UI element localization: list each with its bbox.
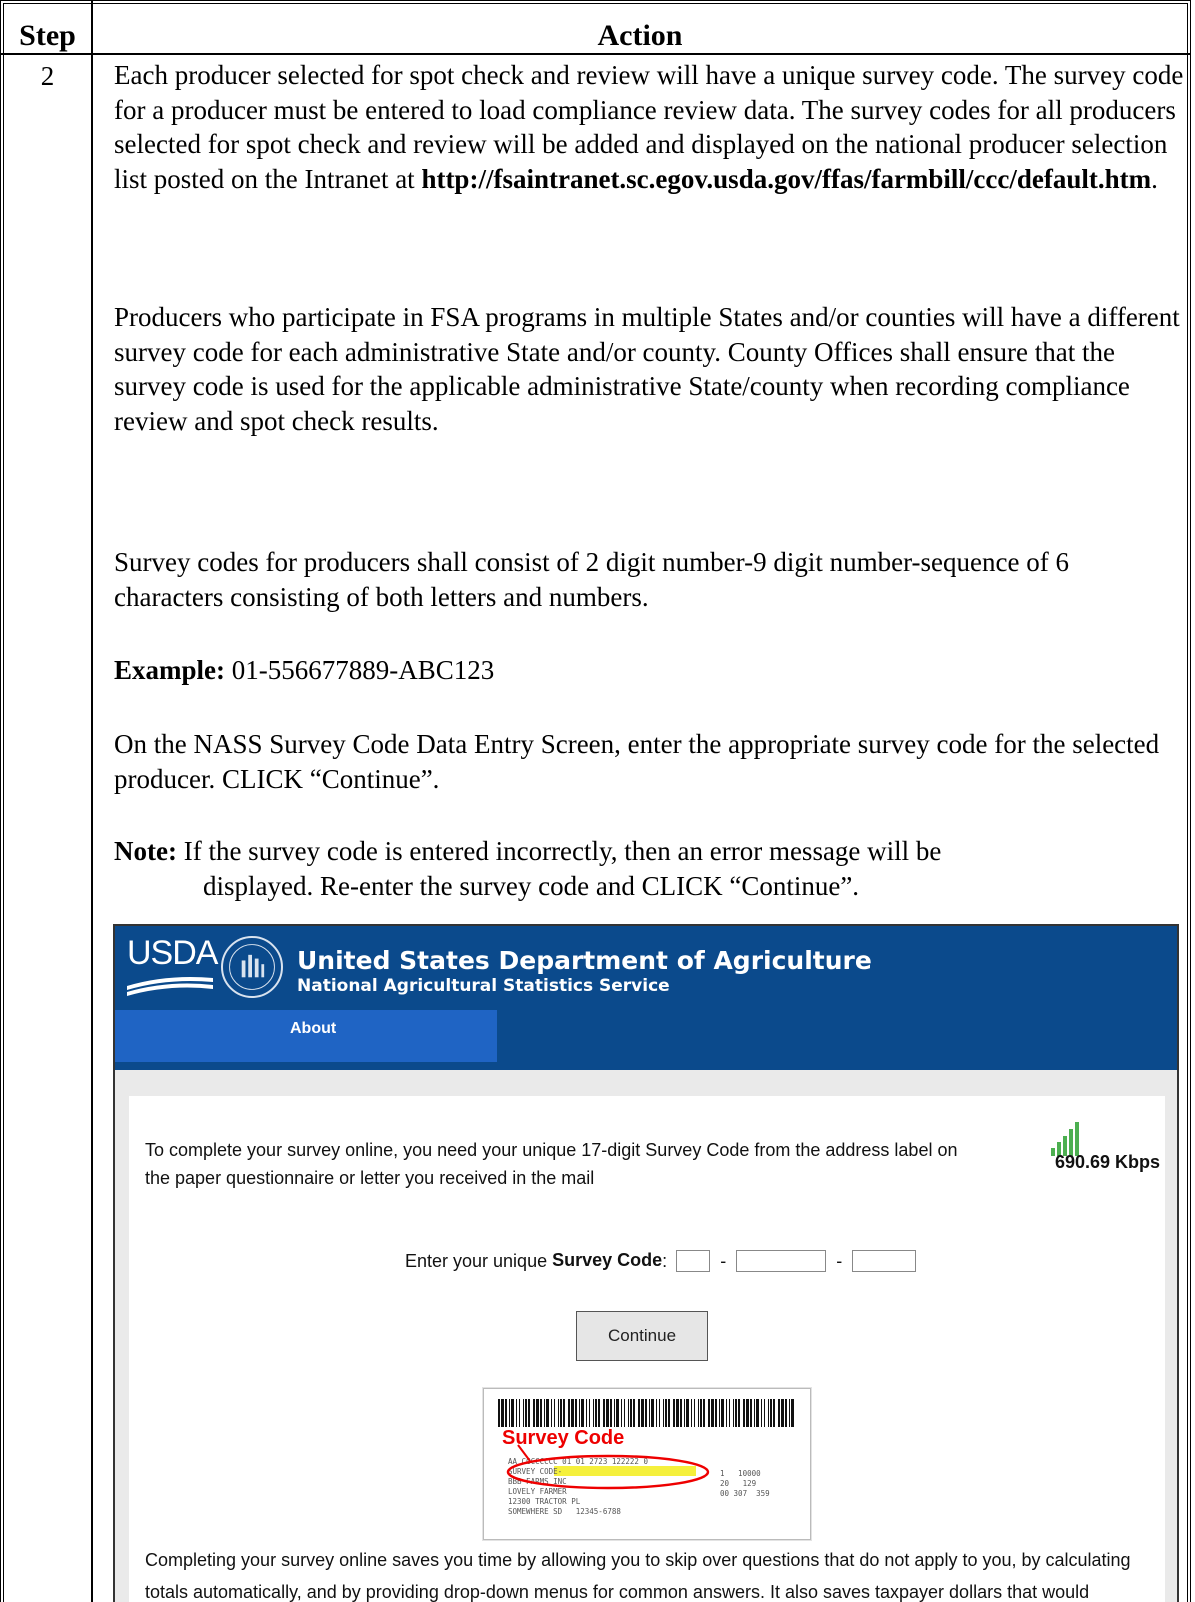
example-value: 01-556677889-ABC123: [225, 655, 495, 685]
sample-mailing-label: Survey Code AA CCCCCCCC 01 01 2723 12222…: [483, 1388, 811, 1540]
continue-button[interactable]: Continue: [576, 1311, 708, 1361]
code-dash: -: [836, 1250, 843, 1271]
survey-code-part-1[interactable]: [676, 1250, 711, 1273]
header-step: Step: [19, 19, 76, 52]
column-separator: [91, 0, 93, 1602]
paragraph-code-format: Survey codes for producers shall consist…: [114, 547, 1069, 612]
connection-speed: 690.69 Kbps: [1041, 1122, 1161, 1172]
site-header: USDA United States Department of Agricul…: [115, 926, 1177, 1010]
survey-code-part-2[interactable]: [736, 1250, 827, 1273]
ag-counts-seal-icon: [221, 936, 283, 998]
code-prompt-bold: Survey Code: [552, 1250, 663, 1270]
step-number: 2: [40, 61, 55, 91]
code-dash: -: [720, 1250, 727, 1271]
example-label: Example:: [114, 655, 225, 685]
paragraph-survey-code-intro: Each producer selected for spot check an…: [114, 58, 1184, 196]
pointer-line-icon: [517, 1444, 531, 1462]
note-line-2: displayed. Re-enter the survey code and …: [203, 870, 860, 901]
intro-text: To complete your survey online, you need…: [145, 1140, 958, 1188]
usda-swoosh-icon: [127, 977, 213, 996]
paragraph-multiple-states: Producers who participate in FSA program…: [114, 302, 1180, 436]
nass-screenshot: USDA United States Department of Agricul…: [113, 924, 1179, 1602]
note: Note: If the survey code is entered inco…: [114, 834, 1184, 903]
department-name: United States Department of Agriculture: [297, 946, 872, 975]
red-circle-icon: [506, 1454, 710, 1490]
signal-bars-icon: [1051, 1122, 1091, 1156]
outro-text: Completing your survey online saves you …: [145, 1550, 1131, 1602]
note-label: Note:: [114, 836, 177, 866]
paragraph-data-entry: On the NASS Survey Code Data Entry Scree…: [114, 729, 1160, 794]
survey-code-part-3[interactable]: [852, 1250, 917, 1273]
nav-tab-about[interactable]: About: [115, 1010, 497, 1062]
survey-code-row: Enter your unique Survey Code: - -: [405, 1250, 920, 1276]
usda-logo: USDA: [127, 934, 218, 972]
header-action: Action: [597, 19, 683, 52]
content-panel: To complete your survey online, you need…: [129, 1096, 1165, 1602]
note-line-1: If the survey code is entered incorrectl…: [176, 836, 942, 866]
nav-bar: About: [115, 1010, 1177, 1070]
nav-about-label: About: [290, 1020, 337, 1037]
agency-name: National Agricultural Statistics Service: [297, 976, 670, 996]
code-prompt: Enter your unique: [405, 1250, 553, 1271]
paragraph-period: .: [1151, 163, 1158, 194]
code-prompt-colon: :: [662, 1250, 668, 1271]
barcode-icon: [498, 1399, 794, 1427]
speed-value: 690.69 Kbps: [1055, 1152, 1161, 1172]
example-line: Example: 01-556677889-ABC123: [114, 653, 1184, 688]
intranet-link[interactable]: http://fsaintranet.sc.egov.usda.gov/ffas…: [421, 164, 1151, 194]
